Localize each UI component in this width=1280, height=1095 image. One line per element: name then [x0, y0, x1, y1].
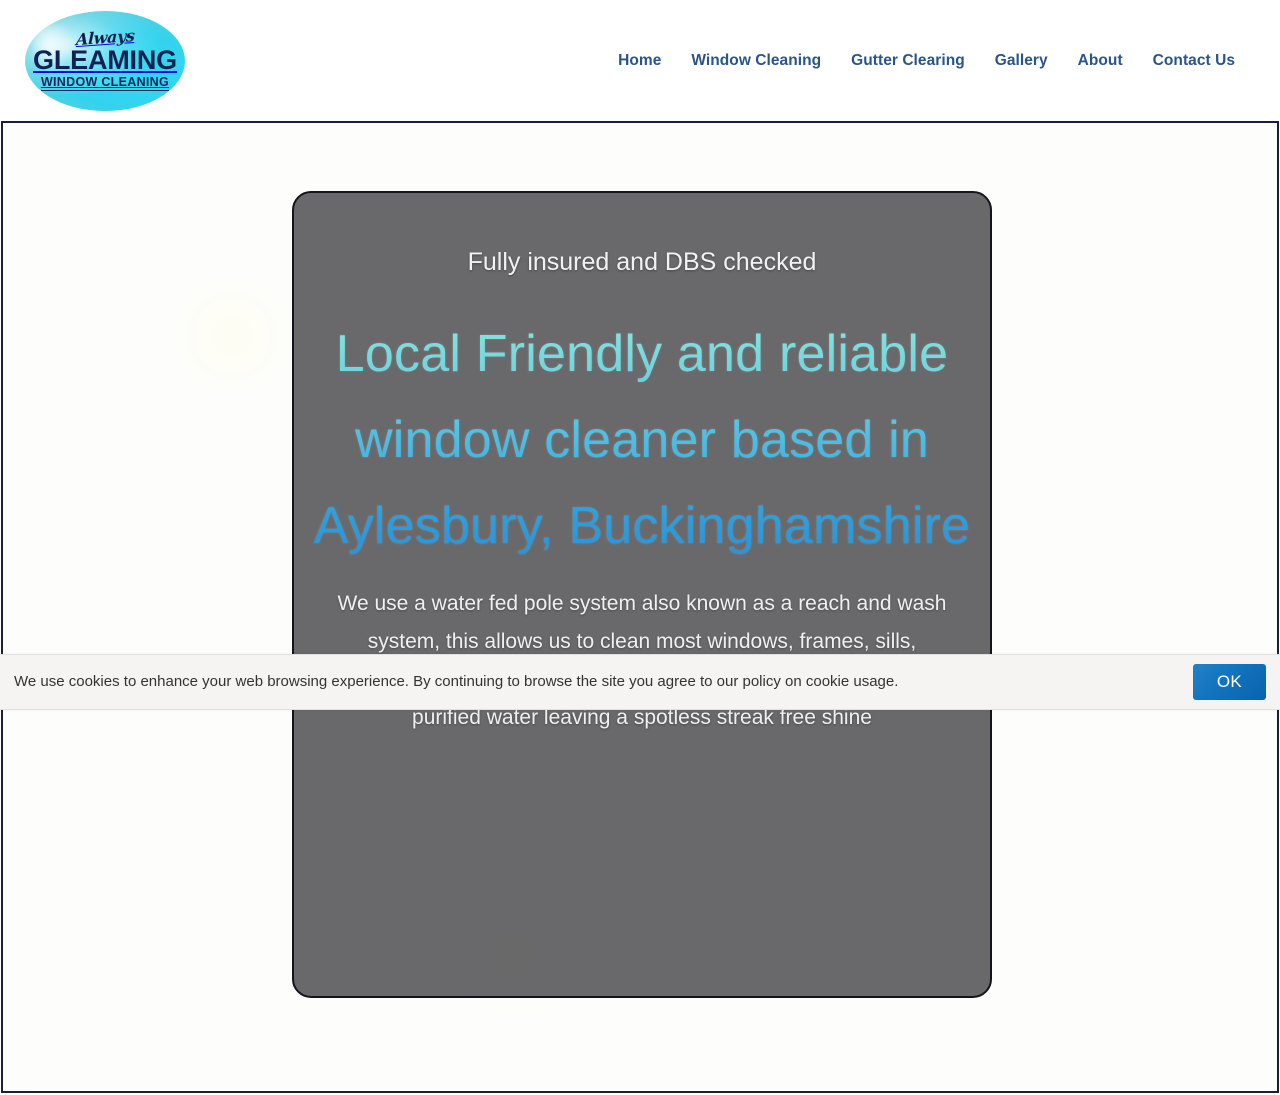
main-navigation: Home Window Cleaning Gutter Clearing Gal…	[603, 44, 1250, 78]
cookie-consent-banner: We use cookies to enhance your web brows…	[0, 654, 1280, 710]
page-root: Always GLEAMING WINDOW CLEANING Home Win…	[0, 0, 1280, 1095]
logo-sub-text: WINDOW CLEANING	[40, 75, 170, 91]
nav-item-home[interactable]: Home	[603, 44, 676, 78]
nav-item-gallery[interactable]: Gallery	[980, 44, 1063, 78]
content-frame: Fully insured and DBS checked Local Frie…	[1, 121, 1279, 1093]
logo-oval-shape: Always GLEAMING WINDOW CLEANING	[25, 10, 185, 111]
hero-card: Fully insured and DBS checked Local Frie…	[292, 191, 992, 998]
logo-main-text: GLEAMING	[33, 45, 177, 76]
nav-item-window-cleaning[interactable]: Window Cleaning	[676, 44, 836, 78]
site-logo[interactable]: Always GLEAMING WINDOW CLEANING	[24, 9, 186, 113]
nav-item-gutter-clearing[interactable]: Gutter Clearing	[836, 44, 980, 78]
nav-item-contact-us[interactable]: Contact Us	[1138, 44, 1250, 78]
hero-eyebrow: Fully insured and DBS checked	[467, 248, 817, 276]
cookie-accept-button[interactable]: OK	[1192, 663, 1266, 701]
site-header: Always GLEAMING WINDOW CLEANING Home Win…	[0, 0, 1280, 121]
nav-item-about[interactable]: About	[1063, 44, 1138, 78]
cookie-message: We use cookies to enhance your web brows…	[14, 673, 899, 690]
hero-title: Local Friendly and reliable window clean…	[312, 311, 972, 569]
